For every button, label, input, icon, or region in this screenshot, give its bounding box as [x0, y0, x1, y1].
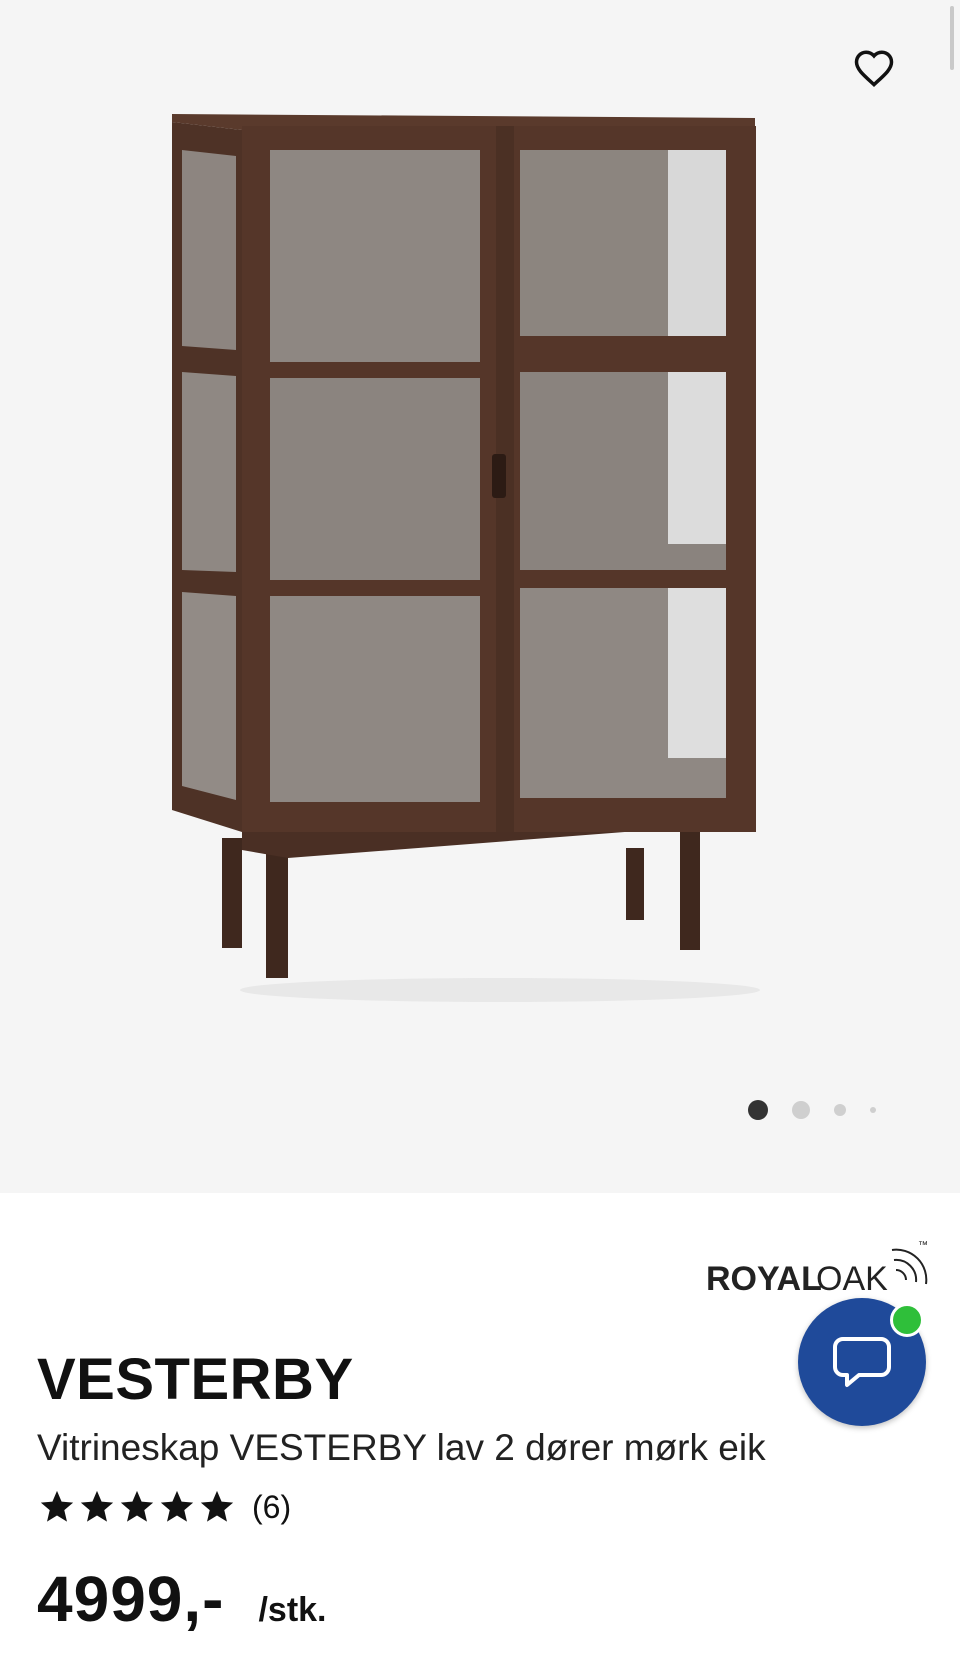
favorite-button[interactable] — [846, 40, 902, 96]
page-scrollbar[interactable] — [950, 6, 954, 70]
product-rating[interactable]: (6) — [38, 1488, 291, 1526]
rating-count[interactable]: (6) — [252, 1489, 291, 1526]
rating-stars — [38, 1488, 236, 1526]
carousel-dots — [748, 1098, 876, 1122]
product-image[interactable] — [170, 110, 810, 1040]
product-name: VESTERBY — [37, 1347, 354, 1412]
svg-text:ROYAL: ROYAL — [706, 1260, 822, 1298]
brand-logo: ROYAL OAK ™ — [706, 1240, 928, 1298]
carousel-dot-3[interactable] — [834, 1104, 846, 1116]
star-icon — [80, 1490, 114, 1522]
chat-online-indicator — [890, 1303, 924, 1337]
product-description: Vitrineskap VESTERBY lav 2 dører mørk ei… — [37, 1427, 766, 1468]
star-icon — [200, 1490, 234, 1522]
product-image-gallery[interactable] — [0, 0, 960, 1193]
heart-outline-icon — [854, 50, 894, 88]
star-icon — [160, 1490, 194, 1522]
svg-text:™: ™ — [918, 1240, 928, 1251]
svg-text:OAK: OAK — [816, 1260, 888, 1298]
carousel-dot-1[interactable] — [748, 1100, 768, 1120]
product-price: 4999,- — [37, 1563, 225, 1635]
price-unit: /stk. — [258, 1591, 327, 1629]
star-icon — [40, 1490, 74, 1522]
carousel-dot-2[interactable] — [792, 1101, 810, 1119]
chat-bubble-icon — [833, 1337, 891, 1387]
carousel-dot-4[interactable] — [870, 1107, 876, 1113]
star-icon — [120, 1490, 154, 1522]
price-row: 4999,- /stk. — [37, 1562, 327, 1636]
